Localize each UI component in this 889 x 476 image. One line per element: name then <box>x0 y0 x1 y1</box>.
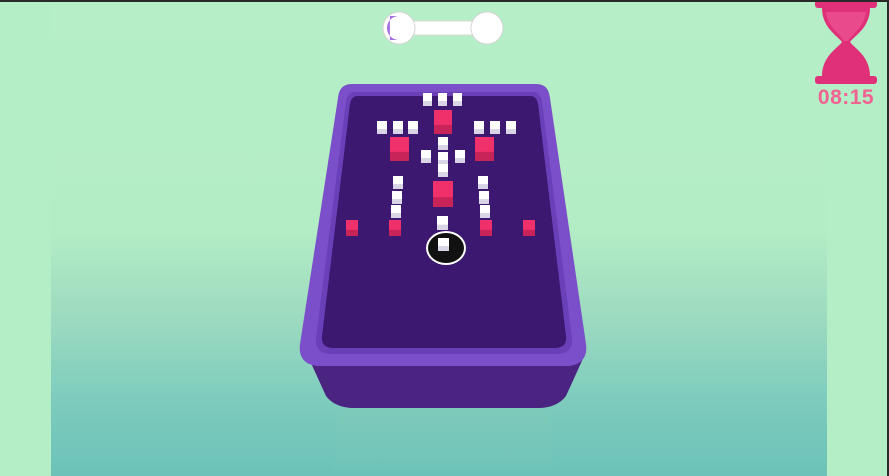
white-cube <box>377 121 387 134</box>
white-cube <box>474 121 484 134</box>
pink-cube <box>390 137 409 161</box>
white-cube <box>490 121 500 134</box>
white-cube <box>438 164 448 177</box>
pink-cube <box>389 220 401 236</box>
white-cube <box>393 176 403 189</box>
white-cube <box>479 191 489 204</box>
white-cube <box>437 216 448 230</box>
white-cube <box>438 93 447 106</box>
pink-cube <box>480 220 492 236</box>
white-cube <box>421 150 431 163</box>
pink-cube <box>523 220 535 236</box>
white-cube <box>453 93 462 106</box>
white-cube <box>506 121 516 134</box>
pink-cube <box>346 220 358 236</box>
white-cube <box>391 205 401 218</box>
white-cube <box>438 238 449 251</box>
white-cube <box>408 121 418 134</box>
white-cube <box>438 152 448 165</box>
tray-shadow <box>332 405 556 476</box>
pink-cube <box>434 110 452 134</box>
game-board <box>299 84 587 476</box>
pink-cube <box>433 181 453 207</box>
white-cube <box>455 150 465 163</box>
white-cube <box>423 93 432 106</box>
pink-cube <box>475 137 494 161</box>
white-cube <box>393 121 403 134</box>
white-cube <box>438 137 448 150</box>
white-cube <box>480 205 490 218</box>
white-cube <box>478 176 488 189</box>
white-cube <box>392 191 402 204</box>
